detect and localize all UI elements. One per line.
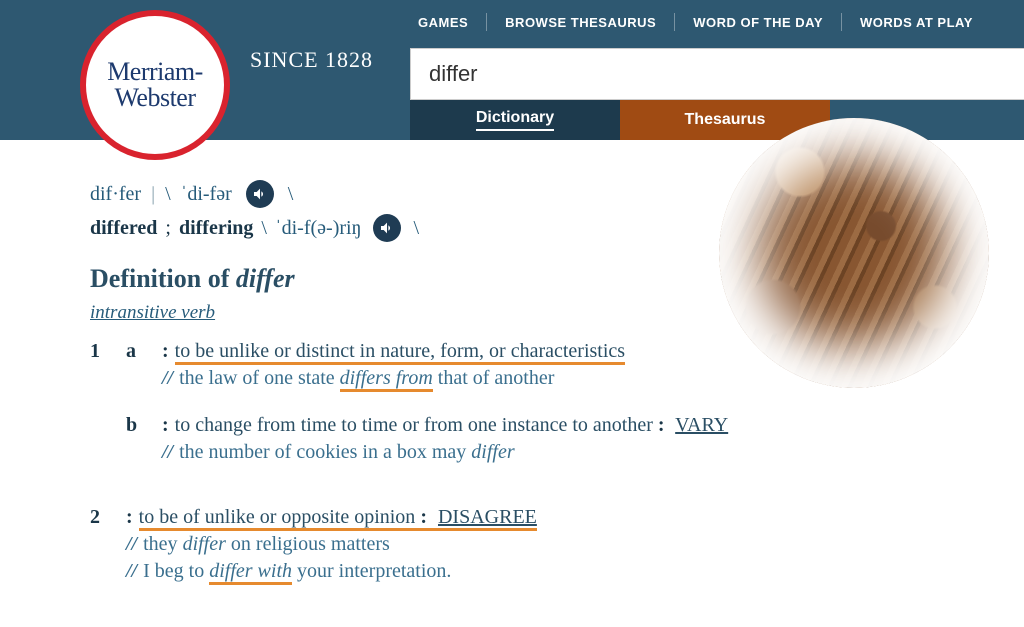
entry-content: dif·fer | \ ˈdi-fər \ differed; differin… [0, 140, 1024, 583]
audio-button-2[interactable] [373, 214, 401, 242]
sense-2-example-2: //I beg to differ with your interpretati… [126, 560, 934, 583]
tab-dictionary[interactable]: Dictionary [410, 100, 620, 140]
speaker-icon [379, 220, 395, 236]
nav-words-at-play[interactable]: WORDS AT PLAY [842, 15, 991, 30]
sense-1b-definition: :to change from time to time or from one… [162, 414, 934, 437]
search-input[interactable] [429, 61, 1006, 87]
top-nav: GAMES BROWSE THESAURUS WORD OF THE DAY W… [400, 8, 1014, 36]
search-bar [410, 48, 1024, 100]
definition-heading: Definition of differ [90, 264, 934, 294]
nav-word-of-the-day[interactable]: WORD OF THE DAY [675, 15, 841, 30]
sense-1a: 1 a :to be unlike or distinct in nature,… [90, 340, 934, 390]
senses: 1 a :to be unlike or distinct in nature,… [90, 340, 934, 583]
sense-1a-definition: :to be unlike or distinct in nature, for… [162, 340, 934, 363]
sense-1b: b :to change from time to time or from o… [90, 414, 934, 464]
sense-number-1: 1 [90, 340, 126, 390]
sense-1b-example: //the number of cookies in a box may dif… [162, 441, 934, 464]
search-tabs: Dictionary Thesaurus [410, 100, 830, 140]
pronunciation-open-2: \ [261, 217, 267, 240]
brand-line-2: Webster [114, 85, 195, 111]
pronunciation-1: ˈdi-fər [181, 183, 232, 206]
brand-area: Merriam- Webster SINCE 1828 [80, 10, 373, 160]
pronunciation-2: ˈdi-f(ə-)riŋ [275, 217, 362, 240]
inflected-forms: differed; differing \ ˈdi-f(ə-)riŋ \ [90, 214, 934, 242]
nav-games[interactable]: GAMES [400, 15, 486, 30]
speaker-icon [252, 186, 268, 202]
mw-logo[interactable]: Merriam- Webster [80, 10, 230, 160]
synonym-vary[interactable]: VARY [675, 414, 728, 436]
form-differed: differed [90, 217, 157, 240]
syllables: dif·fer [90, 183, 141, 206]
sense-letter-a: a [126, 340, 162, 390]
sense-number-2: 2 [90, 506, 126, 583]
part-of-speech[interactable]: intransitive verb [90, 302, 215, 324]
form-sep: ; [165, 217, 171, 240]
sense-2: 2 :to be of unlike or opposite opinion :… [90, 506, 934, 583]
syllables-line: dif·fer | \ ˈdi-fər \ [90, 180, 934, 208]
pronunciation-close: \ [288, 183, 294, 206]
pronunciation-open: \ [165, 183, 171, 206]
sense-2-definition: :to be of unlike or opposite opinion : D… [126, 506, 934, 529]
sense-letter-b: b [126, 414, 162, 464]
sense-1a-example: //the law of one state differs from that… [162, 367, 934, 390]
brand-since: SINCE 1828 [250, 47, 373, 73]
brand-line-1: Merriam- [107, 59, 203, 85]
audio-button-1[interactable] [246, 180, 274, 208]
synonym-disagree[interactable]: DISAGREE [438, 506, 537, 528]
sense-2-example-1: //they differ on religious matters [126, 533, 934, 556]
nav-browse-thesaurus[interactable]: BROWSE THESAURUS [487, 15, 674, 30]
form-differing: differing [179, 217, 253, 240]
separator-pipe: | [151, 183, 155, 206]
pronunciation-close-2: \ [413, 217, 419, 240]
